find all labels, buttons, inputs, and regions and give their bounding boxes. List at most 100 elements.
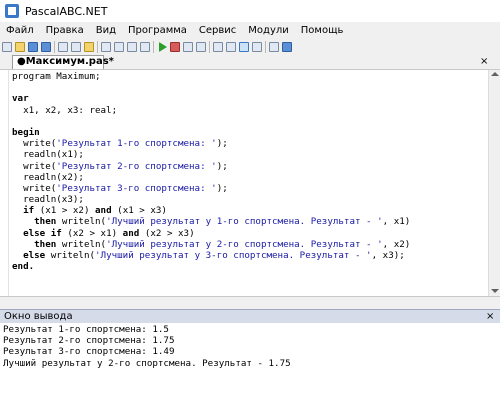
code-line: end. [12,261,488,272]
settings-icon[interactable] [269,42,279,52]
code-token: program Maximum; [12,71,101,82]
menu-service[interactable]: Сервис [193,22,242,39]
code-keyword: and [95,205,112,217]
code-token: readln(x1); [12,149,84,161]
code-keyword: var [12,93,29,105]
code-string: 'Результат 2-го спортсмена: ' [56,160,217,172]
code-token: write( [12,182,57,194]
code-token: (x2 > x1) [61,227,123,239]
pascalabc-app-icon [5,4,19,18]
code-keyword: else if [23,227,62,239]
close-tab-icon[interactable]: × [480,55,488,69]
title-bar: PascalABC.NET [0,0,500,22]
code-string: 'Лучший результат у 2-го спортсмена. Рез… [106,238,383,250]
menu-edit[interactable]: Правка [40,22,90,39]
save-icon[interactable] [28,42,38,52]
menu-view[interactable]: Вид [90,22,122,39]
run-icon[interactable] [159,42,167,52]
menu-bar: Файл Правка Вид Программа Сервис Модули … [0,22,500,39]
open-folder-icon[interactable] [15,42,25,52]
code-line: begin [12,127,488,138]
window-title: PascalABC.NET [25,4,108,18]
replace-icon[interactable] [140,42,150,52]
menu-file[interactable]: Файл [0,22,40,39]
close-output-icon[interactable]: × [486,310,494,323]
code-line: then writeln('Лучший результат у 2-го сп… [12,239,488,250]
code-keyword: then [34,238,57,250]
code-token: write( [12,138,57,150]
code-line: readln(x2); [12,172,488,183]
new-file-icon[interactable] [2,42,12,52]
undo-icon[interactable] [101,42,111,52]
code-token: (x1 > x2) [34,205,96,217]
step-into-icon[interactable] [213,42,223,52]
code-token: ); [216,160,228,172]
toolbar [0,39,500,55]
toolbar-separator [265,41,266,53]
scroll-up-icon[interactable] [491,72,499,76]
menu-modules[interactable]: Модули [242,22,294,39]
code-line: write('Результат 3-го спортсмена: '); [12,183,488,194]
paste-icon[interactable] [84,42,94,52]
find-icon[interactable] [127,42,137,52]
step-over-icon[interactable] [226,42,236,52]
code-keyword: if [23,205,35,217]
toggle-output-icon[interactable] [239,42,249,52]
toolbar-separator [153,41,154,53]
code-token: writeln( [56,238,107,250]
code-editor[interactable]: program Maximum; var x1, x2, x3: real; beg… [0,69,500,297]
code-token: , x3); [371,250,405,261]
code-string: 'Результат 1-го спортсмена: ' [56,138,217,150]
code-token: x1, x2, x3: real; [12,104,118,116]
code-token: writeln( [45,250,96,261]
code-line: x1, x2, x3: real; [12,105,488,116]
code-text: program Maximum; var x1, x2, x3: real; beg… [12,71,488,272]
code-line: write('Результат 1-го спортсмена: '); [12,138,488,149]
redo-icon[interactable] [114,42,124,52]
code-token: , x2) [382,238,411,250]
tab-maximum-pas[interactable]: ●Максимум.pas* [12,55,114,69]
output-panel-header: Окно вывода × [0,309,500,323]
code-line: else if (x2 > x1) and (x2 > x3) [12,228,488,239]
menu-help[interactable]: Помощь [295,22,350,39]
help-icon[interactable] [282,42,292,52]
code-line: readln(x1); [12,149,488,160]
code-line: else writeln('Лучший результат у 3-го сп… [12,250,488,261]
toolbar-separator [209,41,210,53]
editor-gutter [0,70,9,296]
compile-icon[interactable] [183,42,193,52]
copy-icon[interactable] [71,42,81,52]
editor-vertical-scrollbar[interactable] [488,70,500,296]
save-all-icon[interactable] [41,42,51,52]
format-icon[interactable] [252,42,262,52]
code-line: program Maximum; [12,71,488,82]
code-token: ); [216,182,228,194]
code-line: readln(x3); [12,194,488,205]
code-token: , x1) [382,216,411,228]
output-panel[interactable]: Результат 1-го спортсмена: 1.5 Результат… [0,323,500,416]
cut-icon[interactable] [58,42,68,52]
menu-program[interactable]: Программа [122,22,193,39]
code-string: 'Результат 3-го спортсмена: ' [56,182,217,194]
code-token: (x1 > x3) [111,205,167,217]
stop-icon[interactable] [170,42,180,52]
output-panel-title: Окно вывода [4,311,73,322]
editor-tab-bar: ●Максимум.pas* × [0,55,500,69]
code-keyword: else [23,250,46,261]
scroll-down-icon[interactable] [491,289,499,293]
code-line: then writeln('Лучший результат у 1-го сп… [12,216,488,227]
code-string: 'Лучший результат у 3-го спортсмена. Рез… [95,250,372,261]
code-keyword: then [34,216,57,228]
code-line: if (x1 > x2) and (x1 > x3) [12,205,488,216]
code-token: writeln( [56,216,107,228]
debug-icon[interactable] [196,42,206,52]
toolbar-separator [97,41,98,53]
code-token: readln(x2); [12,171,84,183]
